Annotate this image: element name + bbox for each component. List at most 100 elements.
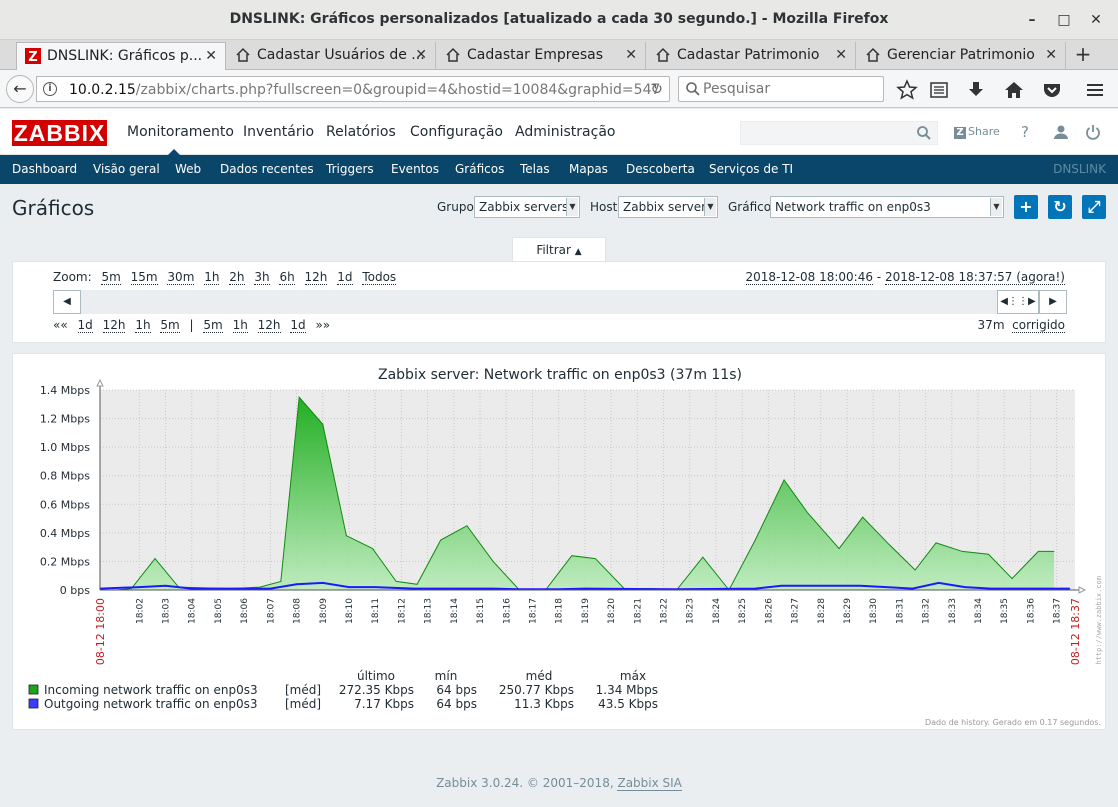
page-title: Gráficos [12,196,95,220]
zabbix-search-field[interactable] [740,121,938,145]
nav-back-5m[interactable]: 5m [160,318,180,333]
data-point [345,535,347,537]
submenu-graficos[interactable]: Gráficos [455,162,504,176]
submenu-mapas[interactable]: Mapas [569,162,608,176]
nav-back-1d[interactable]: 1d [77,318,93,333]
zoom-5m[interactable]: 5m [101,270,121,285]
footer-link[interactable]: Zabbix SIA [617,776,682,791]
browser-tab-2[interactable]: Cadastar Usuários de ... ✕ [227,42,436,70]
home-icon[interactable] [1003,79,1025,101]
nav-fwd-1d[interactable]: 1d [290,318,306,333]
browser-search-bar[interactable] [678,76,884,102]
submenu-dashboard[interactable]: Dashboard [12,162,77,176]
x-tick-label: 18:31 [895,598,905,624]
zoom-1d[interactable]: 1d [337,270,353,285]
browser-tab-3[interactable]: Cadastar Empresas ✕ [437,42,646,70]
tab-close-icon[interactable]: ✕ [1045,42,1057,68]
maximize-icon[interactable]: □ [1054,10,1074,30]
zoom-1h[interactable]: 1h [204,270,220,285]
browser-tab-1[interactable]: Z DNSLINK: Gráficos p... ✕ [16,42,226,70]
tab-label: DNSLINK: Gráficos p... [47,48,203,64]
new-tab-button[interactable]: + [1070,42,1096,68]
browser-search-input[interactable] [703,80,878,98]
time-scrollbar[interactable]: ◀ ◀⋮⋮▶ ▶ [53,290,1067,314]
nav-fwd-1h[interactable]: 1h [232,318,248,333]
nav-fwd-12h[interactable]: 12h [257,318,281,333]
browser-tab-5[interactable]: Gerenciar Patrimonio ✕ [857,42,1066,70]
bookmark-star-icon[interactable] [896,79,918,101]
zabbix-search-input[interactable] [745,124,915,142]
data-point [961,550,963,553]
back-button[interactable]: ← [6,75,34,103]
zoom-2h[interactable]: 2h [229,270,245,285]
share-link[interactable]: Z Share [954,125,1000,139]
submenu-eventos[interactable]: Eventos [391,162,439,176]
data-point [783,479,785,481]
tab-close-icon[interactable]: ✕ [205,43,217,69]
help-icon[interactable]: ? [1016,123,1034,141]
filter-toggle-tab[interactable]: Filtrar ▲ [512,237,606,262]
period-separator: - [872,270,885,284]
search-icon[interactable] [916,125,932,141]
reload-icon[interactable]: ↻ [650,80,663,98]
zoom-15m[interactable]: 15m [130,270,158,285]
submenu-telas[interactable]: Telas [520,162,550,176]
browser-tab-4[interactable]: Cadastar Patrimonio ✕ [647,42,856,70]
submenu-visao-geral[interactable]: Visão geral [93,162,160,176]
address-bar[interactable]: i 10.0.2.15/zabbix/charts.php?fullscreen… [36,76,670,102]
period-to[interactable]: 2018-12-08 18:37:57 (agora!) [884,270,1065,285]
zoom-3h[interactable]: 3h [254,270,270,285]
submenu-descoberta[interactable]: Descoberta [626,162,695,176]
menu-configuracao[interactable]: Configuração [410,124,503,140]
reading-list-icon[interactable] [928,79,950,101]
nav-back-1h[interactable]: 1h [135,318,151,333]
host-select[interactable]: Zabbix server ▼ [618,196,718,218]
menu-relatorios[interactable]: Relatórios [326,124,396,140]
menu-monitoramento[interactable]: Monitoramento [127,124,234,140]
fixed-toggle[interactable]: corrigido [1012,318,1065,333]
close-icon[interactable]: ✕ [1086,10,1106,30]
data-point [935,542,937,544]
pocket-icon[interactable] [1041,79,1063,101]
minimize-icon[interactable]: – [1022,10,1042,30]
zoom-all[interactable]: Todos [362,270,397,285]
scroll-right-button[interactable]: ▶ [1039,290,1067,314]
tab-label: Cadastar Usuários de ... [257,47,425,63]
group-select[interactable]: Zabbix servers ▼ [474,196,580,218]
share-label: Share [968,125,1000,138]
tab-close-icon[interactable]: ✕ [625,42,637,68]
legend-min: 64 bps [436,683,477,697]
period-from[interactable]: 2018-12-08 18:00:46 [745,270,873,285]
data-point [838,547,840,550]
submenu-servicos-ti[interactable]: Serviços de TI [709,162,793,176]
tab-close-icon[interactable]: ✕ [415,42,427,68]
zabbix-logo[interactable]: ZABBIX [12,120,107,146]
submenu-web[interactable]: Web [175,162,201,176]
submenu-triggers[interactable]: Triggers [326,162,374,176]
nav-back-all[interactable]: «« [53,318,68,332]
scroll-left-button[interactable]: ◀ [53,290,81,314]
nav-back-12h[interactable]: 12h [102,318,126,333]
svg-text:Z: Z [28,50,37,64]
menu-inventario[interactable]: Inventário [243,124,314,140]
add-to-favourites-button[interactable]: + [1014,195,1038,219]
zoom-30m[interactable]: 30m [167,270,195,285]
nav-fwd-5m[interactable]: 5m [203,318,223,333]
user-profile-icon[interactable] [1052,123,1070,141]
network-traffic-chart[interactable]: Zabbix server: Network traffic on enp0s3… [13,354,1107,731]
graph-select[interactable]: Network traffic on enp0s3 ▼ [770,196,1004,218]
sign-out-icon[interactable] [1084,123,1102,141]
download-icon[interactable] [965,79,987,101]
submenu-dados-recentes[interactable]: Dados recentes [220,162,314,176]
menu-administracao[interactable]: Administração [515,124,615,140]
hamburger-menu-icon[interactable] [1084,79,1106,101]
zoom-6h[interactable]: 6h [279,270,295,285]
scroll-handle[interactable]: ◀⋮⋮▶ [997,290,1039,314]
tab-close-icon[interactable]: ✕ [835,42,847,68]
fullscreen-button[interactable]: ⤢ [1082,195,1106,219]
zoom-12h[interactable]: 12h [304,270,328,285]
site-info-icon[interactable]: i [43,82,57,96]
chevron-down-icon: ▼ [566,198,578,216]
refresh-button[interactable]: ↻ [1048,195,1072,219]
nav-fwd-all[interactable]: »» [315,318,330,332]
